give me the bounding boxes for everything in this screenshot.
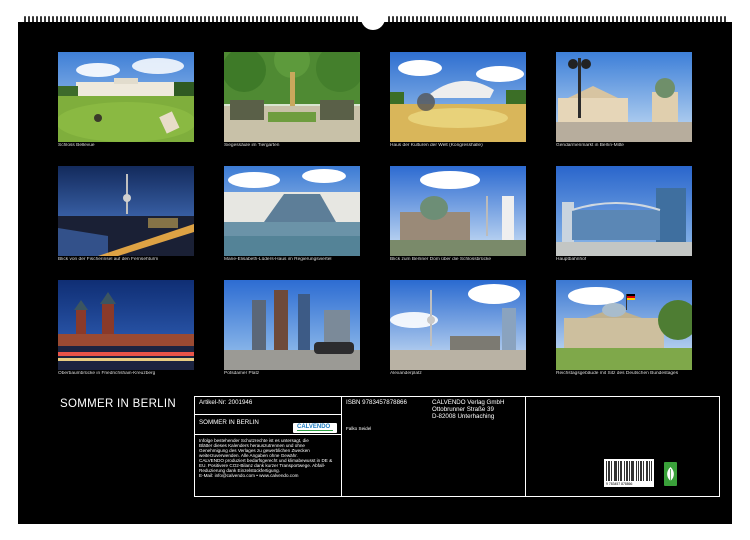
isbn: ISBN 9783457878866 <box>346 399 407 406</box>
photo-caption: Gendarmenmarkt in Berlin-Mitte <box>556 143 624 148</box>
info-divider <box>195 434 341 435</box>
barcode: 9 783457 878866 <box>604 459 654 487</box>
eco-leaf-icon <box>664 462 677 486</box>
photo-caption: Blick zum Berliner Dom über die Schlossb… <box>390 257 492 262</box>
photo-fischerinsel <box>58 166 194 256</box>
photo-caption: Hauptbahnhof <box>556 257 587 262</box>
calvendo-logo: CALVENDO <box>293 423 337 433</box>
info-title: SOMMER IN BERLIN <box>199 419 259 426</box>
photo-caption: Reichstagsgebäude mit Sitz des Deutschen… <box>556 371 679 376</box>
article-number: Artikel-Nr: 2001946 <box>199 399 253 406</box>
contact-line: E-Mail: info@calvendo.com • www.calvendo… <box>199 473 299 478</box>
author-name: Falko Seidel <box>346 426 372 431</box>
photo-oberbaumbruecke <box>58 280 194 370</box>
publisher-city: D-82008 Unterhaching <box>432 413 495 420</box>
photo-caption: Oberbaumbrücke in Friedrichshain-Kreuzbe… <box>58 371 156 376</box>
info-divider <box>195 414 341 415</box>
photo-alexanderplatz <box>390 280 526 370</box>
photo-siegessaeule <box>224 52 360 142</box>
photo-hauptbahnhof <box>556 166 692 256</box>
photo-caption: Schloss Bellevue <box>58 143 95 148</box>
photo-marie-elisabeth-lueders-haus <box>224 166 360 256</box>
photo-berliner-dom <box>390 166 526 256</box>
photo-schloss-bellevue <box>58 52 194 142</box>
photo-reichstag <box>556 280 692 370</box>
photo-caption: Alexanderplatz <box>390 371 422 376</box>
photo-caption: Marie-Elisabeth-Lüders-Haus im Regierung… <box>224 257 332 262</box>
photo-caption: Blick von der Fischerinsel auf den Ferns… <box>58 257 159 262</box>
photo-caption: Haus der Kulturen der Welt (Kongresshall… <box>390 143 483 148</box>
calendar-back-page: Schloss Bellevue Siegessäule im Tiergart… <box>18 22 732 524</box>
photo-caption: Siegessäule im Tiergarten <box>224 143 280 148</box>
photo-caption: Potsdamer Platz <box>224 371 260 376</box>
info-divider <box>341 397 342 496</box>
barcode-number: 9 783457 878866 <box>606 482 633 486</box>
info-divider <box>525 397 526 496</box>
photo-potsdamer-platz <box>224 280 360 370</box>
photo-gendarmenmarkt <box>556 52 692 142</box>
calendar-title: SOMMER IN BERLIN <box>60 398 176 410</box>
photo-haus-der-kulturen <box>390 52 526 142</box>
